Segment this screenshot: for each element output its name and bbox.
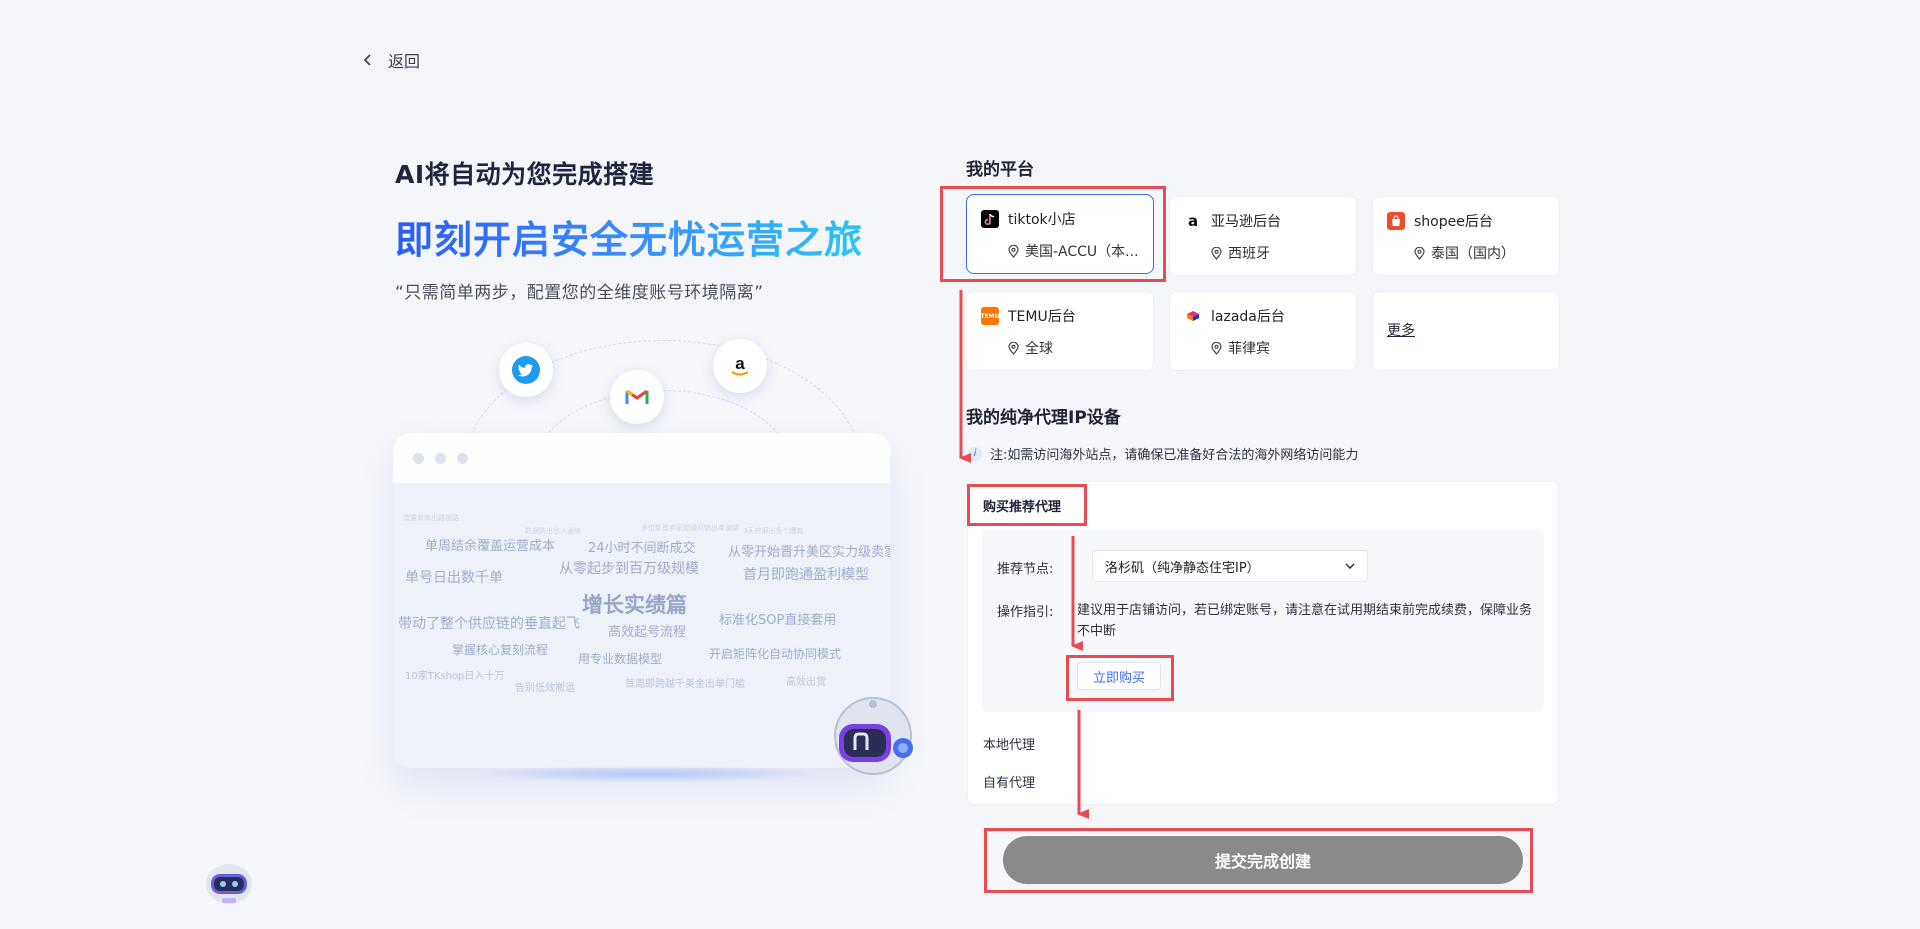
tag-text: 3天挖掘出多个爆款	[743, 527, 804, 535]
amazon-icon: a	[1184, 212, 1202, 230]
platform-card-temu[interactable]: TEMU TEMU后台 全球	[966, 291, 1154, 371]
location-pin-icon	[1211, 341, 1222, 355]
tag-text: 掌握核心复刻流程	[452, 643, 549, 657]
platform-location: 西班牙	[1228, 246, 1270, 262]
location-pin-icon	[1211, 246, 1222, 260]
tag-text: 告别低效搬运	[515, 683, 575, 694]
assistant-bot-icon[interactable]	[204, 860, 254, 906]
tag-text: 首月即跑通盈利模型	[743, 567, 869, 583]
chevron-down-icon	[1345, 563, 1355, 569]
back-button[interactable]: 返回	[362, 48, 420, 72]
more-platforms-link[interactable]: 更多	[1387, 306, 1545, 356]
gmail-icon	[610, 370, 664, 424]
location-pin-icon	[1414, 246, 1425, 260]
hero-illustration: a 单周结余覆盖运营成本 24小时不间断成交 从零开始晋升美区实力级卖家 单号日…	[393, 335, 933, 783]
tag-text: 用专业数据模型	[578, 652, 663, 666]
proxy-note-text: 注:如需访问海外站点，请确保已准备好合法的海外网络访问能力	[990, 448, 1359, 463]
hero-subtitle: AI将自动为您完成搭建	[395, 160, 655, 189]
hero-quote: “只需简单两步，配置您的全维度账号环境隔离”	[395, 283, 764, 303]
platform-name: shopee后台	[1414, 214, 1493, 230]
shopee-icon	[1387, 212, 1405, 230]
tag-text: 单号日出数千单	[405, 570, 503, 586]
platform-name: TEMU后台	[1008, 309, 1076, 325]
window-dots	[413, 453, 468, 464]
node-select-value: 洛杉矶（纯净静态住宅IP）	[1105, 560, 1260, 576]
twitter-icon	[499, 343, 553, 397]
robot-mascot-icon	[825, 694, 917, 780]
hero: AI将自动为您完成搭建 即刻开启安全无忧运营之旅 “只需简单两步，配置您的全维度…	[395, 155, 915, 303]
tag-text: 标准化SOP直接套用	[719, 613, 837, 628]
node-select[interactable]: 洛杉矶（纯净静态住宅IP）	[1092, 550, 1368, 582]
own-proxy-option[interactable]: 自有代理	[983, 772, 1035, 791]
proxy-options-box: 推荐节点: 洛杉矶（纯净静态住宅IP） 操作指引: 建议用于店铺访问，若已绑定账…	[982, 530, 1544, 712]
platform-name: lazada后台	[1211, 309, 1285, 325]
tag-text: 开启矩阵化自动协同模式	[709, 647, 842, 661]
platforms-title: 我的平台	[966, 160, 1034, 180]
guide-label: 操作指引:	[997, 605, 1054, 620]
tag-text: 带动了整个供应链的垂直起飞	[398, 616, 580, 632]
chevron-left-icon	[363, 54, 371, 66]
tag-text: 流量有效出路链路	[403, 514, 459, 522]
tag-text: 从零开始晋升美区实力级卖家	[728, 545, 890, 560]
platform-card-shopee[interactable]: shopee后台 泰国（国内）	[1372, 196, 1560, 276]
tag-text: 增长实绩篇	[582, 593, 687, 617]
proxy-panel: 购买推荐代理 推荐节点: 洛杉矶（纯净静态住宅IP） 操作指引: 建议用于店铺访…	[967, 481, 1559, 805]
tag-text: 单周结余覆盖运营成本	[425, 539, 556, 554]
tag-text: 10家TKshop日入十万	[405, 671, 505, 682]
guide-text: 建议用于店铺访问，若已绑定账号，请注意在试用期结束前完成续费，保障业务不中断	[1077, 603, 1533, 639]
platform-location: 美国-ACCU（本...	[1025, 244, 1139, 260]
proxy-note: i 注:如需访问海外站点，请确保已准备好合法的海外网络访问能力	[968, 444, 1358, 463]
buy-now-button[interactable]: 立即购买	[1077, 662, 1161, 690]
temu-icon: TEMU	[980, 307, 1000, 325]
browser-window-illustration: 单周结余覆盖运营成本 24小时不间断成交 从零开始晋升美区实力级卖家 单号日出数…	[393, 433, 890, 768]
svg-text:a: a	[735, 354, 745, 373]
platform-location: 菲律宾	[1228, 341, 1270, 357]
hero-title: 即刻开启安全无忧运营之旅	[395, 209, 915, 264]
back-label: 返回	[388, 52, 421, 71]
platform-location: 泰国（国内）	[1431, 246, 1515, 262]
platform-card-lazada[interactable]: lazada后台 菲律宾	[1169, 291, 1357, 371]
platform-card-amazon[interactable]: a 亚马逊后台 西班牙	[1169, 196, 1357, 276]
lazada-icon	[1184, 307, 1202, 325]
info-icon: i	[968, 446, 982, 461]
tag-text: 数据防出岔入通络	[525, 527, 581, 535]
tag-text: 首周即跨越千美金出单门槛	[625, 679, 745, 690]
tag-text: 高效起号流程	[608, 625, 687, 640]
tag-cloud: 单周结余覆盖运营成本 24小时不间断成交 从零开始晋升美区实力级卖家 单号日出数…	[393, 483, 890, 768]
location-pin-icon	[1008, 244, 1019, 258]
tag-text: 多位新晋卖家跑通月销出单链路	[641, 524, 739, 532]
platform-card-tiktok[interactable]: tiktok小店 美国-ACCU（本...	[966, 194, 1154, 274]
platform-name: tiktok小店	[1008, 212, 1076, 228]
tiktok-icon	[981, 210, 999, 228]
location-pin-icon	[1008, 341, 1019, 355]
submit-create-button[interactable]: 提交完成创建	[1003, 836, 1523, 884]
platform-location: 全球	[1025, 341, 1053, 357]
tag-text: 24小时不间断成交	[588, 541, 696, 556]
node-label: 推荐节点:	[997, 562, 1054, 577]
local-proxy-option[interactable]: 本地代理	[983, 734, 1035, 753]
tab-buy-recommended-proxy[interactable]: 购买推荐代理	[983, 496, 1061, 515]
platform-card-more[interactable]: 更多	[1372, 291, 1560, 371]
amazon-icon: a	[713, 339, 767, 393]
window-glow	[473, 765, 823, 783]
tag-text: 从零起步到百万级规模	[559, 561, 699, 577]
annotation-arrows	[959, 290, 1089, 819]
tag-text: 高效出货	[786, 677, 826, 688]
platform-name: 亚马逊后台	[1211, 214, 1281, 230]
proxy-title: 我的纯净代理IP设备	[966, 408, 1121, 428]
